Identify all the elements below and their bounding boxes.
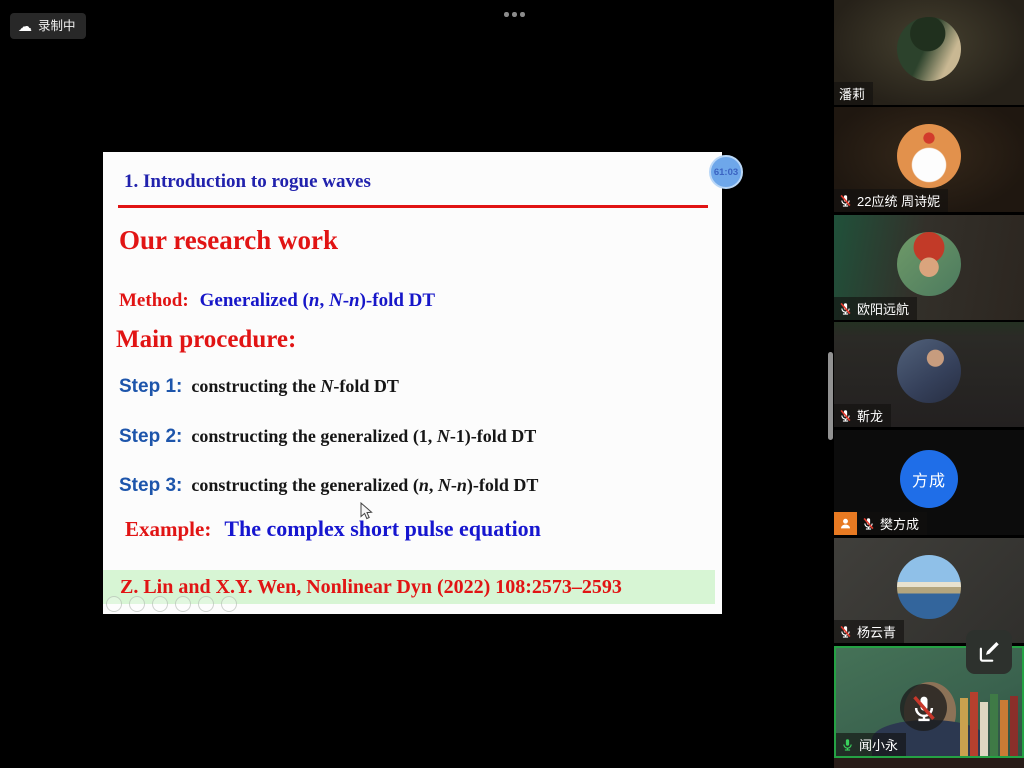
avatar — [897, 124, 961, 188]
mic-muted-icon — [839, 302, 852, 315]
presenter-tool-icon[interactable] — [221, 596, 237, 612]
participant-tile-4[interactable]: 方成 樊方成 — [834, 430, 1024, 535]
annotate-button[interactable] — [966, 630, 1012, 674]
mic-muted-icon — [839, 194, 852, 207]
example-label: Example: — [125, 517, 211, 541]
example-line: Example: The complex short pulse equation — [125, 516, 541, 542]
presenter-tool-icon[interactable] — [152, 596, 168, 612]
dot-icon — [520, 12, 525, 17]
shared-slide: 1. Introduction to rogue waves Our resea… — [103, 152, 722, 614]
sidebar-scrollbar[interactable] — [828, 352, 833, 440]
slide-section-title: 1. Introduction to rogue waves — [124, 171, 371, 193]
presenter-tool-icon[interactable] — [106, 596, 122, 612]
video-bookshelf — [960, 692, 1018, 756]
participant-tile-5[interactable]: 杨云青 — [834, 538, 1024, 643]
participant-name: 闻小永 — [859, 735, 898, 754]
mic-active-icon — [841, 738, 854, 751]
title-underline — [118, 205, 708, 208]
method-line: Method:Generalized (n, N-n)-fold DT — [119, 290, 435, 312]
presenter-tool-icon[interactable] — [175, 596, 191, 612]
avatar — [897, 232, 961, 296]
host-badge-icon — [834, 512, 857, 535]
main-procedure-heading: Main procedure: — [116, 326, 296, 354]
step-1-line: Step 1:constructing the N-fold DT — [119, 376, 399, 398]
meeting-timer-badge[interactable]: 61:03 — [709, 155, 743, 189]
dot-icon — [512, 12, 517, 17]
participant-name: 22应统 周诗妮 — [857, 191, 940, 210]
participant-name: 樊方成 — [880, 514, 919, 533]
avatar-initials: 方成 — [900, 450, 958, 508]
participant-name: 靳龙 — [857, 406, 883, 425]
recording-label: 录制中 — [38, 13, 76, 39]
presenter-tool-icon[interactable] — [198, 596, 214, 612]
example-value: The complex short pulse equation — [224, 516, 541, 541]
mic-muted-icon — [862, 517, 875, 530]
mic-muted-icon — [839, 625, 852, 638]
participant-name: 杨云青 — [857, 622, 896, 641]
presenter-tool-icon[interactable] — [129, 596, 145, 612]
pencil-icon — [976, 639, 1002, 665]
participant-name: 欧阳远航 — [857, 299, 909, 318]
mute-overlay-icon — [900, 684, 947, 731]
participant-tile-1[interactable]: 22应统 周诗妮 — [834, 107, 1024, 212]
step-3-line: Step 3:constructing the generalized (n, … — [119, 475, 538, 497]
mouse-cursor — [360, 502, 373, 526]
avatar — [897, 555, 961, 619]
method-label: Method: — [119, 290, 189, 311]
mic-muted-icon — [839, 409, 852, 422]
more-options-button[interactable] — [500, 8, 529, 21]
presenter-toolbar[interactable] — [106, 596, 237, 612]
recording-badge[interactable]: ☁ 录制中 — [10, 13, 86, 39]
avatar — [897, 339, 961, 403]
next-tile-edge — [834, 758, 1024, 768]
step-2-line: Step 2:constructing the generalized (1, … — [119, 426, 536, 448]
participant-tile-0[interactable]: 潘莉 — [834, 0, 1024, 105]
participant-tile-3[interactable]: 靳龙 — [834, 322, 1024, 427]
participant-name: 潘莉 — [839, 84, 865, 103]
participant-tile-2[interactable]: 欧阳远航 — [834, 215, 1024, 320]
avatar — [897, 17, 961, 81]
slide-heading: Our research work — [119, 225, 338, 256]
cloud-record-icon: ☁ — [18, 13, 32, 39]
dot-icon — [504, 12, 509, 17]
